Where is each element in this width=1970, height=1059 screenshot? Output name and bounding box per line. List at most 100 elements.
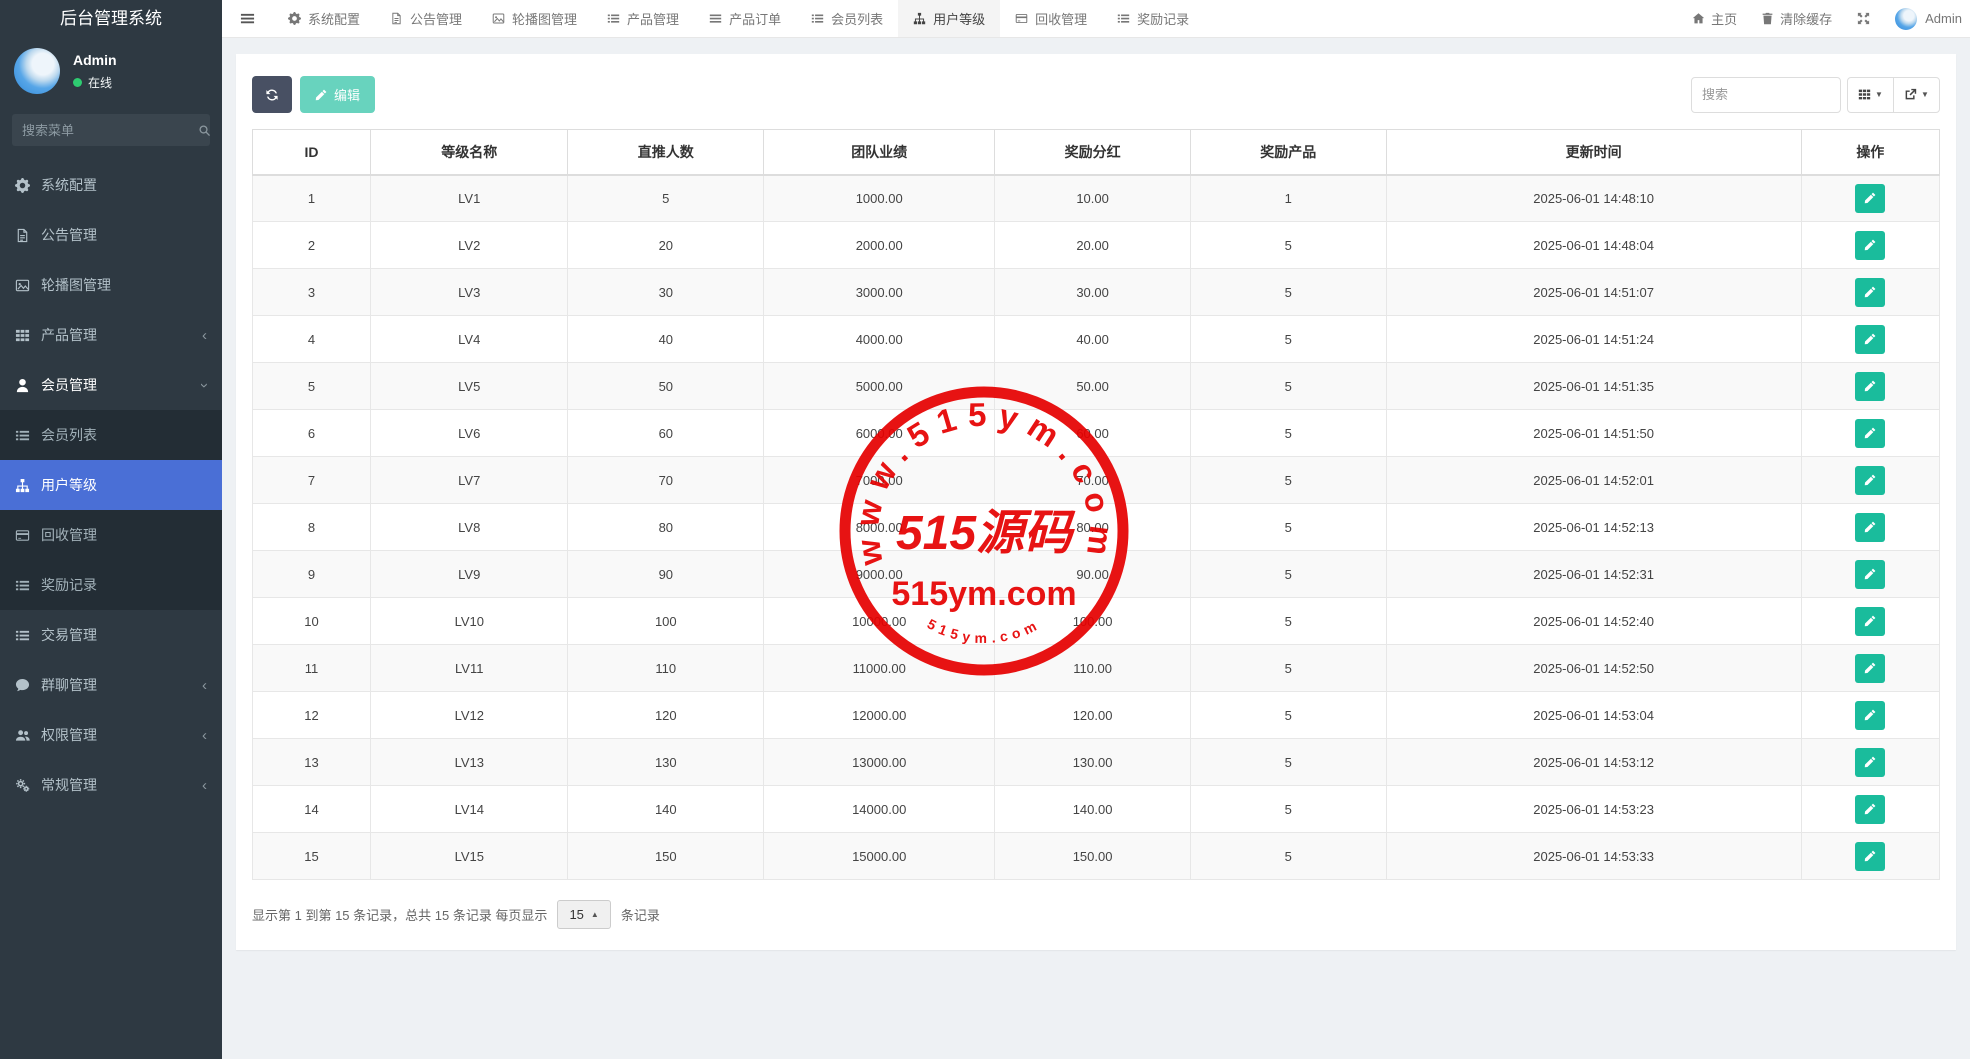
cell-updated-time: 2025-06-01 14:52:50 <box>1386 645 1801 692</box>
sidebar-item-carousel[interactable]: 轮播图管理 <box>0 260 222 310</box>
pagination: 显示第 1 到第 15 条记录，总共 15 条记录 每页显示 15 ▲ 条记录 <box>236 880 1956 949</box>
col-id[interactable]: ID <box>253 130 371 175</box>
cell-reward-dividend: 30.00 <box>995 269 1191 316</box>
edit-row-button[interactable] <box>1855 325 1885 354</box>
edit-row-button[interactable] <box>1855 231 1885 260</box>
table-search-input[interactable] <box>1691 77 1841 113</box>
refresh-button[interactable] <box>252 76 292 113</box>
table-row: 10 LV10 100 10000.00 100.00 5 2025-06-01… <box>253 598 1940 645</box>
edit-row-button[interactable] <box>1855 513 1885 542</box>
user-icon <box>15 378 30 393</box>
hamburger-icon <box>240 11 255 26</box>
sidebar-item-members[interactable]: 会员管理 › <box>0 360 222 410</box>
col-reward-dividend[interactable]: 奖励分红 <box>995 130 1191 175</box>
fullscreen-button[interactable] <box>1856 11 1871 26</box>
edit-row-button[interactable] <box>1855 419 1885 448</box>
edit-row-button[interactable] <box>1855 795 1885 824</box>
edit-button[interactable]: 编辑 <box>300 76 375 113</box>
col-reward-products[interactable]: 奖励产品 <box>1190 130 1386 175</box>
cell-direct-referrals: 5 <box>568 175 764 222</box>
tab-carousel[interactable]: 轮播图管理 <box>477 0 592 37</box>
cell-actions <box>1801 504 1939 551</box>
clear-cache-link[interactable]: 清除缓存 <box>1761 9 1832 28</box>
tab-reward-records[interactable]: 奖励记录 <box>1102 0 1204 37</box>
cell-reward-dividend: 20.00 <box>995 222 1191 269</box>
edit-row-button[interactable] <box>1855 466 1885 495</box>
sidebar-item-transactions[interactable]: 交易管理 <box>0 610 222 660</box>
col-team-performance[interactable]: 团队业绩 <box>764 130 995 175</box>
edit-row-button[interactable] <box>1855 607 1885 636</box>
cell-team-performance: 7000.00 <box>764 457 995 504</box>
sidebar-item-general[interactable]: 常规管理 ‹ <box>0 760 222 810</box>
bars-icon <box>709 12 722 25</box>
tab-product-orders[interactable]: 产品订单 <box>694 0 796 37</box>
avatar <box>1895 8 1917 30</box>
cell-direct-referrals: 40 <box>568 316 764 363</box>
edit-row-button[interactable] <box>1855 560 1885 589</box>
sidebar-item-member-list[interactable]: 会员列表 <box>0 410 222 460</box>
cell-team-performance: 3000.00 <box>764 269 995 316</box>
sidebar-item-products[interactable]: 产品管理 ‹ <box>0 310 222 360</box>
tab-member-list[interactable]: 会员列表 <box>796 0 898 37</box>
col-level-name[interactable]: 等级名称 <box>371 130 568 175</box>
home-link[interactable]: 主页 <box>1692 9 1737 28</box>
sidebar-item-recycle[interactable]: 回收管理 <box>0 510 222 560</box>
col-updated-time[interactable]: 更新时间 <box>1386 130 1801 175</box>
table-row: 13 LV13 130 13000.00 130.00 5 2025-06-01… <box>253 739 1940 786</box>
sidebar-item-reward-records[interactable]: 奖励记录 <box>0 560 222 610</box>
pencil-icon <box>1864 709 1876 721</box>
tab-products[interactable]: 产品管理 <box>592 0 694 37</box>
cell-id: 7 <box>253 457 371 504</box>
tab-user-level[interactable]: 用户等级 <box>898 0 1000 37</box>
sidebar-item-user-level[interactable]: 用户等级 <box>0 460 222 510</box>
cell-team-performance: 12000.00 <box>764 692 995 739</box>
edit-row-button[interactable] <box>1855 278 1885 307</box>
edit-button-label: 编辑 <box>334 85 360 104</box>
edit-row-button[interactable] <box>1855 654 1885 683</box>
cell-level-name: LV13 <box>371 739 568 786</box>
sidebar-item-permissions[interactable]: 权限管理 ‹ <box>0 710 222 760</box>
edit-row-button[interactable] <box>1855 842 1885 871</box>
file-icon <box>390 12 403 25</box>
pencil-icon <box>1864 239 1876 251</box>
columns-dropdown-button[interactable]: ▼ <box>1847 77 1894 113</box>
cell-level-name: LV10 <box>371 598 568 645</box>
sidebar-item-announcement[interactable]: 公告管理 <box>0 210 222 260</box>
edit-row-button[interactable] <box>1855 184 1885 213</box>
cell-updated-time: 2025-06-01 14:53:23 <box>1386 786 1801 833</box>
page-size-dropdown[interactable]: 15 ▲ <box>557 900 610 929</box>
sidebar-item-label: 常规管理 <box>41 775 191 795</box>
edit-row-button[interactable] <box>1855 748 1885 777</box>
edit-row-button[interactable] <box>1855 372 1885 401</box>
cell-reward-dividend: 110.00 <box>995 645 1191 692</box>
sidebar-toggle-button[interactable] <box>222 0 273 37</box>
cell-updated-time: 2025-06-01 14:48:04 <box>1386 222 1801 269</box>
cell-team-performance: 9000.00 <box>764 551 995 598</box>
table-row: 2 LV2 20 2000.00 20.00 5 2025-06-01 14:4… <box>253 222 1940 269</box>
cell-direct-referrals: 110 <box>568 645 764 692</box>
pencil-icon <box>1864 850 1876 862</box>
cell-reward-dividend: 150.00 <box>995 833 1191 880</box>
cogs-icon <box>15 778 30 793</box>
sidebar-item-label: 奖励记录 <box>41 575 207 595</box>
table-row: 15 LV15 150 15000.00 150.00 5 2025-06-01… <box>253 833 1940 880</box>
levels-table: ID 等级名称 直推人数 团队业绩 奖励分红 奖励产品 更新时间 操作 1 <box>252 129 1940 880</box>
tab-announcement[interactable]: 公告管理 <box>375 0 477 37</box>
navbar-right: 主页 清除缓存 Admin <box>1692 0 1970 37</box>
cell-direct-referrals: 100 <box>568 598 764 645</box>
sidebar-item-label: 会员管理 <box>41 375 191 395</box>
cell-actions <box>1801 222 1939 269</box>
tab-recycle[interactable]: 回收管理 <box>1000 0 1102 37</box>
cell-actions <box>1801 598 1939 645</box>
sidebar-item-group-chat[interactable]: 群聊管理 ‹ <box>0 660 222 710</box>
table-row: 7 LV7 70 7000.00 70.00 5 2025-06-01 14:5… <box>253 457 1940 504</box>
list-icon <box>15 628 30 643</box>
edit-row-button[interactable] <box>1855 701 1885 730</box>
col-direct-referrals[interactable]: 直推人数 <box>568 130 764 175</box>
sidebar-search-input[interactable] <box>22 123 198 138</box>
sidebar-item-system-config[interactable]: 系统配置 <box>0 160 222 210</box>
export-dropdown-button[interactable]: ▼ <box>1893 77 1940 113</box>
navbar-user[interactable]: Admin <box>1895 8 1962 30</box>
tab-system-config[interactable]: 系统配置 <box>273 0 375 37</box>
cell-reward-products: 5 <box>1190 363 1386 410</box>
